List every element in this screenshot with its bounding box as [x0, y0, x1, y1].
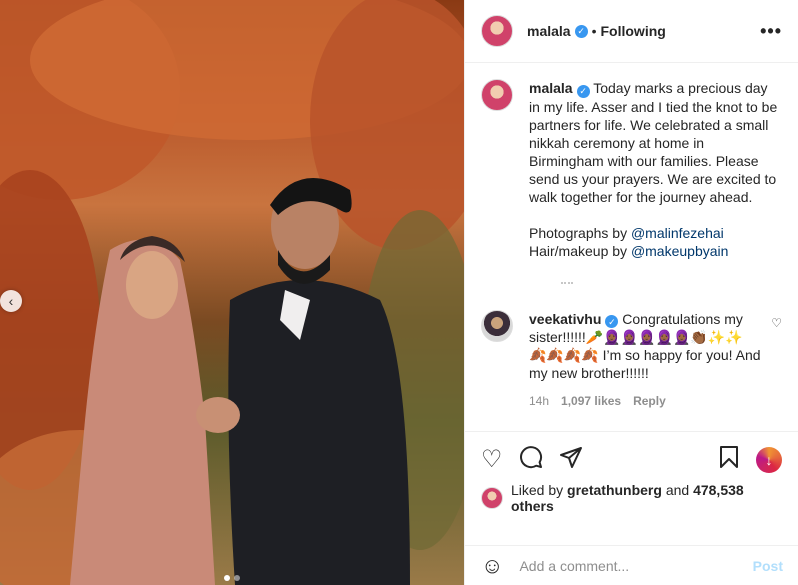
- comment-like-heart-icon[interactable]: ♡: [771, 316, 782, 330]
- photo-illustration: [0, 0, 464, 585]
- paper-plane-icon[interactable]: [559, 445, 583, 474]
- caption: malala ✓ Today marks a precious day in my…: [481, 79, 782, 260]
- loading-dots: [561, 281, 573, 284]
- add-comment-bar: ☺ Post: [465, 545, 798, 585]
- carousel-dot-active: [224, 575, 230, 581]
- caption-credit-makeup: Hair/makeup by @makeupbyain: [529, 242, 781, 260]
- chevron-left-icon: ‹: [8, 293, 14, 309]
- mention-link[interactable]: @malinfezehai: [631, 225, 724, 241]
- heart-icon[interactable]: ♡: [481, 447, 503, 472]
- verified-badge-icon: ✓: [605, 315, 619, 328]
- caption-avatar[interactable]: [481, 79, 513, 111]
- post-comment-button[interactable]: Post: [753, 558, 783, 574]
- commenter-username[interactable]: veekativhu: [529, 311, 601, 327]
- reply-button[interactable]: Reply: [633, 392, 666, 410]
- post-photo[interactable]: ‹: [0, 0, 464, 585]
- caption-text-block: malala ✓ Today marks a precious day in my…: [529, 79, 781, 260]
- post-sidebar: malala ✓ • Following ••• malala ✓ Today m…: [464, 0, 798, 585]
- following-button[interactable]: Following: [601, 23, 666, 39]
- header-separator: •: [591, 23, 597, 39]
- likes-text[interactable]: Liked by gretathunberg and 478,538 other…: [511, 482, 782, 514]
- liker-avatar[interactable]: [481, 487, 503, 509]
- liker-username[interactable]: gretathunberg: [567, 482, 662, 498]
- author-username[interactable]: malala: [527, 23, 571, 39]
- credit-prefix: Hair/makeup by: [529, 242, 631, 259]
- bookmark-icon[interactable]: [718, 445, 740, 474]
- add-comment-input[interactable]: [519, 557, 740, 574]
- comment-time[interactable]: 14h: [529, 392, 549, 410]
- author-avatar[interactable]: [481, 15, 513, 47]
- comment-likes[interactable]: 1,097 likes: [561, 392, 621, 410]
- verified-badge-icon: ✓: [574, 24, 588, 38]
- carousel-previous-button[interactable]: ‹: [0, 290, 22, 312]
- carousel-indicator: [0, 575, 464, 581]
- likes-summary: Liked by gretathunberg and 478,538 other…: [465, 482, 798, 514]
- likes-middle: and: [661, 482, 694, 498]
- comment-icon[interactable]: [519, 445, 543, 474]
- commenter-avatar[interactable]: [481, 309, 513, 342]
- caption-body: Today marks a precious day in my life. A…: [529, 80, 778, 205]
- more-options-icon[interactable]: •••: [760, 21, 782, 42]
- caption-username[interactable]: malala: [529, 80, 573, 96]
- comment-item: veekativhu ✓ Congratulations my sister!!!…: [481, 309, 782, 411]
- post-header: malala ✓ • Following •••: [465, 0, 798, 63]
- comments-area[interactable]: malala ✓ Today marks a precious day in my…: [465, 63, 798, 431]
- credit-prefix: Photographs by: [529, 224, 631, 241]
- carousel-dot: [234, 575, 240, 581]
- caption-credit-photographs: Photographs by @malinfezehai: [529, 224, 781, 242]
- download-extension-icon[interactable]: ↓: [756, 446, 782, 473]
- likes-prefix: Liked by: [511, 482, 568, 498]
- emoji-picker-icon[interactable]: ☺: [481, 553, 503, 579]
- verified-badge-icon: ✓: [576, 84, 590, 98]
- comment-body: veekativhu ✓ Congratulations my sister!!!…: [529, 310, 761, 411]
- comment-meta: 14h 1,097 likes Reply: [529, 392, 761, 410]
- action-bar: ♡ ↓: [465, 431, 798, 487]
- mention-link[interactable]: @makeupbyain: [631, 243, 729, 259]
- instagram-post-view: ‹ malala ✓ • Following ••• malala ✓ Today…: [0, 0, 798, 585]
